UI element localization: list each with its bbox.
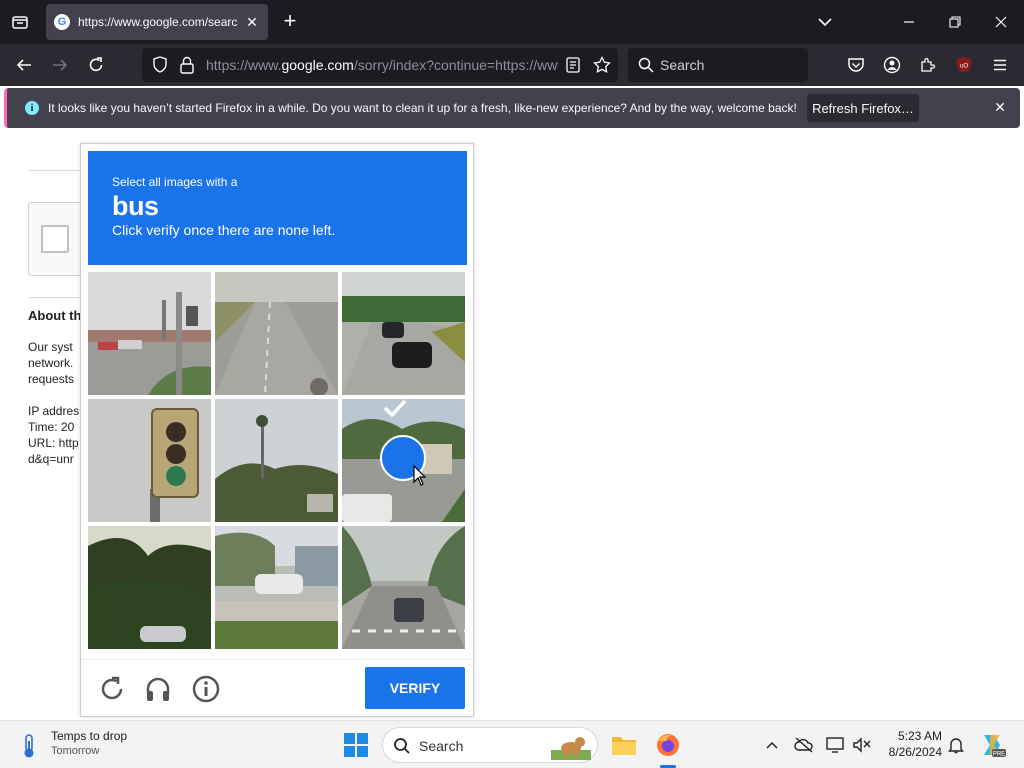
- bookmark-star-icon[interactable]: [593, 56, 611, 79]
- reader-view-icon[interactable]: [566, 57, 580, 78]
- taskbar-search[interactable]: Search: [382, 727, 598, 763]
- target-object: bus: [112, 191, 159, 221]
- image-tile[interactable]: [88, 526, 211, 649]
- divider: [28, 297, 88, 298]
- weather-subtitle: Tomorrow: [51, 745, 100, 757]
- onedrive-off-icon[interactable]: [794, 735, 814, 755]
- firefox-app-icon[interactable]: [652, 729, 684, 761]
- image-tile[interactable]: [215, 272, 338, 395]
- image-tile[interactable]: [342, 399, 465, 522]
- close-window-icon[interactable]: [978, 0, 1024, 44]
- search-icon: [393, 737, 411, 760]
- challenge-footer: VERIFY: [81, 659, 473, 717]
- body-text-line: IP addres: [28, 404, 80, 418]
- clock-time[interactable]: 5:23 AM: [884, 729, 942, 743]
- search-highlight-dog-icon: [551, 732, 591, 765]
- back-arrow-icon[interactable]: [12, 53, 36, 77]
- image-tile[interactable]: [215, 526, 338, 649]
- about-heading: About th: [28, 308, 82, 323]
- notification-bell-icon[interactable]: [946, 735, 966, 755]
- image-grid: [88, 272, 468, 650]
- lock-icon[interactable]: [180, 56, 194, 79]
- body-text-line: URL: http: [28, 436, 79, 450]
- image-tile[interactable]: [215, 399, 338, 522]
- nav-bar: https://www.google.com/sorry/index?conti…: [0, 44, 1024, 86]
- challenge-header: Select all images with a bus Click verif…: [88, 151, 467, 265]
- refresh-firefox-button[interactable]: Refresh Firefox…: [807, 94, 919, 122]
- new-tab-plus-icon[interactable]: +: [278, 10, 302, 34]
- body-text-line: Our syst: [28, 340, 73, 354]
- info-icon: i: [25, 101, 39, 115]
- notification-text: It looks like you haven’t started Firefo…: [48, 101, 797, 115]
- instruction-subtext: Click verify once there are none left.: [112, 222, 336, 238]
- image-tile[interactable]: [342, 272, 465, 395]
- image-tile[interactable]: [88, 399, 211, 522]
- clock-date[interactable]: 8/26/2024: [880, 745, 942, 759]
- minimize-icon[interactable]: [886, 0, 932, 44]
- pocket-icon[interactable]: [844, 53, 868, 77]
- search-bar[interactable]: Search: [628, 48, 808, 82]
- svg-text:PRE: PRE: [993, 752, 1005, 758]
- search-icon: [638, 57, 654, 78]
- windows-start-icon[interactable]: [343, 732, 369, 758]
- thermometer-icon[interactable]: [18, 733, 40, 759]
- display-icon[interactable]: [826, 735, 846, 755]
- chevron-down-icon[interactable]: [814, 12, 836, 32]
- network-speaker-icon[interactable]: [852, 735, 872, 755]
- divider: [28, 170, 88, 171]
- forward-arrow-icon[interactable]: [48, 53, 72, 77]
- active-tab[interactable]: G https://www.google.com/search?q=unrela…: [46, 4, 268, 40]
- instruction-text: Select all images with a: [112, 175, 238, 189]
- image-tile[interactable]: [342, 526, 465, 649]
- weather-title[interactable]: Temps to drop: [51, 729, 127, 743]
- recaptcha-challenge: Select all images with a bus Click verif…: [80, 143, 474, 717]
- taskbar-search-label: Search: [419, 738, 464, 754]
- info-help-icon[interactable]: [191, 674, 221, 704]
- body-text-line: d&q=unr: [28, 452, 74, 466]
- svg-text:uO: uO: [960, 64, 968, 70]
- chevron-up-icon[interactable]: [762, 735, 782, 755]
- url-text[interactable]: https://www.google.com/sorry/index?conti…: [206, 57, 558, 73]
- reload-icon[interactable]: [84, 53, 108, 77]
- recaptcha-anchor: [28, 202, 88, 276]
- tab-title: https://www.google.com/search?q=unrelate…: [78, 15, 238, 29]
- reload-challenge-icon[interactable]: [97, 674, 127, 704]
- copilot-icon[interactable]: PRE: [978, 731, 1006, 759]
- restore-icon[interactable]: [932, 0, 978, 44]
- image-tile[interactable]: [88, 272, 211, 395]
- account-icon[interactable]: [880, 53, 904, 77]
- windows-taskbar: Temps to drop Tomorrow Search 5:23 AM 8/…: [0, 720, 1024, 768]
- file-explorer-icon[interactable]: [608, 729, 640, 761]
- extensions-puzzle-icon[interactable]: [916, 53, 940, 77]
- menu-hamburger-icon[interactable]: [988, 53, 1012, 77]
- mouse-cursor-icon: [413, 464, 427, 492]
- body-text-line: network.: [28, 356, 74, 370]
- ublock-origin-icon[interactable]: uO: [952, 53, 976, 77]
- recaptcha-checkbox[interactable]: [41, 225, 69, 253]
- list-all-tabs-icon[interactable]: [8, 10, 32, 34]
- verify-button[interactable]: VERIFY: [365, 667, 465, 709]
- body-text-line: Time: 20: [28, 420, 75, 434]
- body-text-line: requests: [28, 372, 75, 386]
- audio-challenge-icon[interactable]: [143, 674, 173, 704]
- search-placeholder: Search: [660, 57, 705, 73]
- refresh-firefox-notification: i It looks like you haven’t started Fire…: [4, 88, 1020, 128]
- close-tab-icon[interactable]: ✕: [244, 14, 260, 31]
- tracking-shield-icon[interactable]: [152, 56, 168, 79]
- google-favicon-icon: G: [54, 14, 70, 30]
- close-notification-icon[interactable]: ✕: [991, 99, 1009, 117]
- tab-bar: G https://www.google.com/search?q=unrela…: [0, 0, 1024, 44]
- url-bar[interactable]: https://www.google.com/sorry/index?conti…: [142, 48, 618, 82]
